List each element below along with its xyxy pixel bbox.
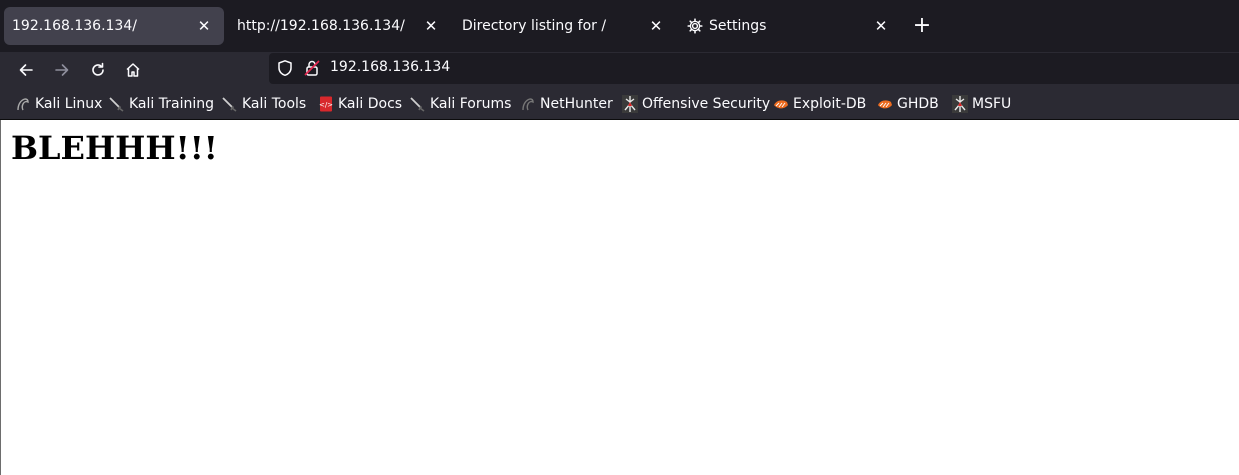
arrow-left-icon xyxy=(19,64,33,76)
bookmark-label: Offensive Security xyxy=(642,96,771,112)
arrow-right-icon xyxy=(55,64,69,76)
url-text[interactable]: 192.168.136.134 xyxy=(330,59,450,75)
reload-icon xyxy=(92,62,104,76)
page-content: BLEHHH!!! xyxy=(0,120,1239,475)
tab-label: Settings xyxy=(709,18,767,34)
docs-icon: </> xyxy=(318,96,334,112)
page-heading: BLEHHH!!! xyxy=(11,129,218,167)
kali-sword-icon xyxy=(109,96,125,112)
home-button[interactable] xyxy=(119,56,147,84)
bookmark-offensive-security[interactable]: Offensive Security xyxy=(622,94,770,114)
tab-label: Directory listing for / xyxy=(462,18,607,34)
kali-sword-icon xyxy=(410,96,426,112)
tab-http-192-168-136-134[interactable]: http://192.168.136.134/ ✕ xyxy=(229,7,451,45)
bookmark-label: MSFU xyxy=(972,96,1012,112)
bookmark-nethunter[interactable]: NetHunter xyxy=(520,94,613,114)
bookmarks-toolbar: Kali Linux Kali Training Kali Tools </> … xyxy=(0,87,1239,120)
tab-directory-listing[interactable]: Directory listing for / ✕ xyxy=(454,7,676,45)
new-tab-button[interactable]: + xyxy=(910,15,934,39)
bookmark-label: Kali Docs xyxy=(338,96,403,112)
insecure-lock-icon[interactable] xyxy=(303,59,321,81)
close-icon[interactable]: ✕ xyxy=(871,16,891,36)
bookmark-label: Kali Linux xyxy=(35,96,103,112)
bookmark-exploit-db[interactable]: Exploit-DB xyxy=(773,94,866,114)
tab-label: 192.168.136.134/ xyxy=(12,18,137,34)
close-icon[interactable]: ✕ xyxy=(194,16,214,36)
forward-button[interactable] xyxy=(48,56,76,84)
bookmark-ghdb[interactable]: GHDB xyxy=(877,94,939,114)
close-icon[interactable]: ✕ xyxy=(421,16,441,36)
bookmark-label: Kali Tools xyxy=(242,96,307,112)
bookmark-msfu[interactable]: MSFU xyxy=(952,94,1011,114)
bookmark-label: NetHunter xyxy=(540,96,613,112)
back-button[interactable] xyxy=(12,56,40,84)
reload-button[interactable] xyxy=(84,56,112,84)
bookmark-kali-docs[interactable]: </> Kali Docs xyxy=(318,94,402,114)
close-icon[interactable]: ✕ xyxy=(646,16,666,36)
svg-text:</>: </> xyxy=(319,101,333,109)
bookmark-kali-training[interactable]: Kali Training xyxy=(109,94,214,114)
offsec-icon xyxy=(952,95,968,113)
bookmark-label: Exploit-DB xyxy=(793,96,867,112)
gear-icon xyxy=(687,18,703,34)
bookmark-label: Kali Forums xyxy=(430,96,512,112)
bookmark-kali-forums[interactable]: Kali Forums xyxy=(410,94,511,114)
bookmark-kali-tools[interactable]: Kali Tools xyxy=(222,94,306,114)
tab-192-168-136-134[interactable]: 192.168.136.134/ ✕ xyxy=(4,7,224,45)
kali-sword-icon xyxy=(222,96,238,112)
kali-dragon-icon xyxy=(520,96,536,112)
home-icon xyxy=(126,63,140,77)
tab-label: http://192.168.136.134/ xyxy=(237,18,405,34)
tab-strip: 192.168.136.134/ ✕ http://192.168.136.13… xyxy=(0,0,1239,52)
address-bar[interactable]: 192.168.136.134 xyxy=(269,53,1239,84)
bookmark-kali-linux[interactable]: Kali Linux xyxy=(15,94,102,114)
exploitdb-icon xyxy=(877,96,893,112)
offsec-icon xyxy=(622,95,638,113)
tab-settings[interactable]: Settings ✕ xyxy=(679,7,901,45)
bookmark-label: Kali Training xyxy=(129,96,214,112)
kali-dragon-icon xyxy=(15,96,31,112)
shield-icon[interactable] xyxy=(276,59,294,81)
exploitdb-icon xyxy=(773,96,789,112)
bookmark-label: GHDB xyxy=(897,96,939,112)
